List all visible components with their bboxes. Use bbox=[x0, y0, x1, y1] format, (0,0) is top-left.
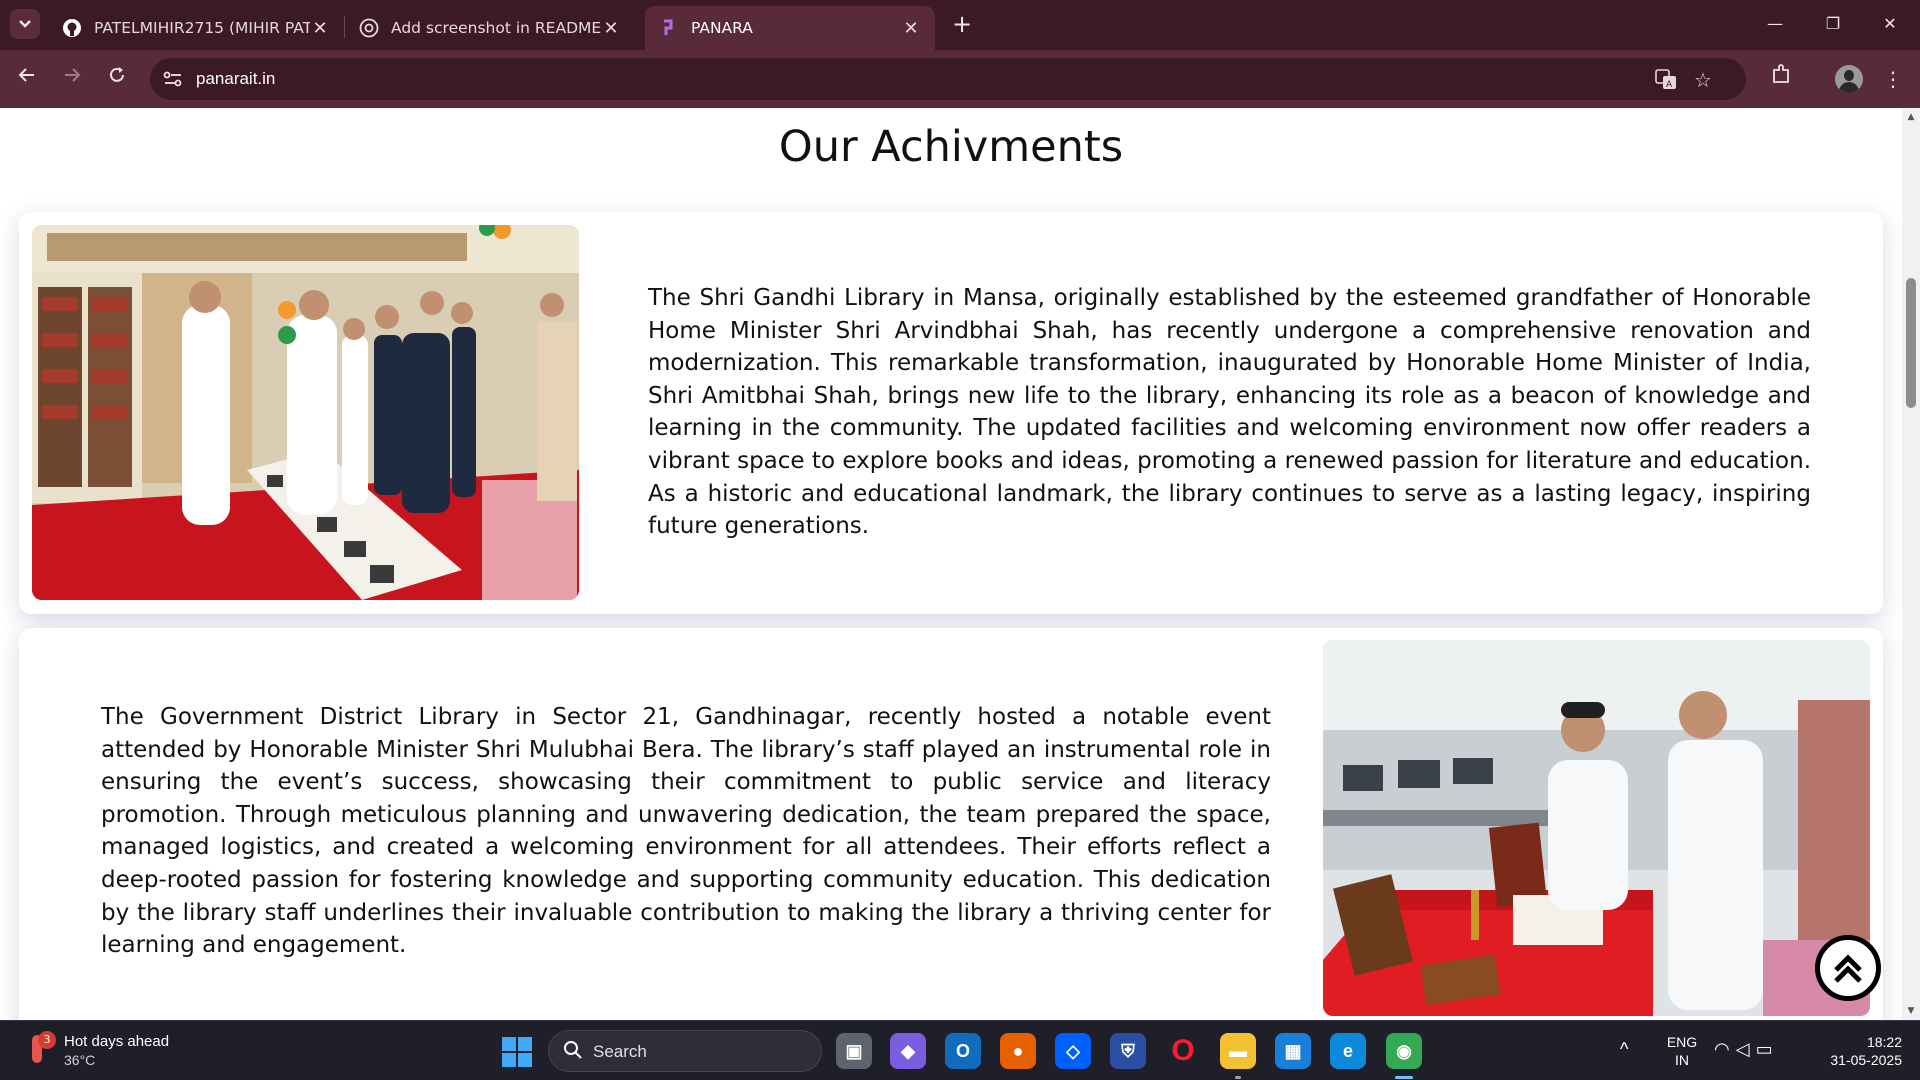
tab-search-button[interactable] bbox=[10, 9, 40, 39]
achievement-card: The Shri Gandhi Library in Mansa, origin… bbox=[19, 212, 1883, 614]
menu-kebab-icon[interactable]: ⋮ bbox=[1878, 64, 1908, 94]
copilot-icon[interactable]: ◆ bbox=[890, 1033, 926, 1069]
weather-widget[interactable]: 3 Hot days ahead 36°C bbox=[26, 1031, 196, 1071]
svg-text:A: A bbox=[1666, 80, 1673, 90]
vpn-shield-icon[interactable]: ⛨ bbox=[1110, 1033, 1146, 1069]
file-explorer-icon[interactable]: ▬ bbox=[1220, 1033, 1256, 1069]
library-event-photo bbox=[1323, 640, 1870, 1016]
chatgpt-icon bbox=[359, 18, 379, 38]
dropbox-icon[interactable]: ◇ bbox=[1055, 1033, 1091, 1069]
edge-icon[interactable]: e bbox=[1330, 1033, 1366, 1069]
translate-icon[interactable]: A bbox=[1654, 68, 1678, 92]
extensions-icon[interactable] bbox=[1766, 64, 1796, 94]
url-text: panarait.in bbox=[196, 69, 276, 88]
tab-github[interactable]: PATELMIHIR2715 (MIHIR PATEL) ✕ bbox=[48, 6, 344, 50]
forward-button[interactable] bbox=[57, 64, 87, 94]
page-viewport: Our Achivments The Shri Gandhi Library i… bbox=[0, 108, 1902, 1020]
windows-logo-pane bbox=[502, 1037, 516, 1051]
close-tab-icon[interactable]: ✕ bbox=[601, 18, 621, 39]
new-tab-button[interactable]: + bbox=[948, 10, 976, 38]
system-clock[interactable]: 18:22 31-05-2025 bbox=[1810, 1033, 1902, 1080]
windows-taskbar: 3 Hot days ahead 36°C Search ▣ ◆ O ● ◇ ⛨… bbox=[0, 1020, 1920, 1080]
page-scrollbar[interactable]: ▲ ▼ bbox=[1902, 108, 1920, 1020]
clock-time: 18:22 bbox=[1866, 1034, 1902, 1050]
github-icon bbox=[63, 19, 81, 37]
scroll-to-top-button[interactable] bbox=[1815, 935, 1881, 1001]
wifi-icon[interactable]: ◠ bbox=[1714, 1039, 1736, 1059]
site-settings-icon[interactable] bbox=[162, 69, 184, 89]
search-label: Search bbox=[593, 1042, 647, 1061]
bookmark-star-icon[interactable]: ☆ bbox=[1691, 68, 1715, 92]
minimize-button[interactable]: — bbox=[1755, 8, 1795, 40]
close-tab-icon[interactable]: ✕ bbox=[901, 18, 921, 39]
achievement-description: The Government District Library in Secto… bbox=[101, 704, 1271, 959]
running-indicator bbox=[1235, 1076, 1241, 1079]
store-icon[interactable]: ▦ bbox=[1275, 1033, 1311, 1069]
system-tray-icons[interactable]: ◠◁▭ bbox=[1714, 1039, 1779, 1080]
active-app-indicator bbox=[1395, 1076, 1413, 1079]
clock-date: 31-05-2025 bbox=[1830, 1052, 1902, 1068]
windows-logo-pane bbox=[518, 1037, 532, 1051]
task-view-icon[interactable]: ▣ bbox=[836, 1033, 872, 1069]
tab-title: PANARA bbox=[691, 19, 753, 37]
battery-icon[interactable]: ▭ bbox=[1756, 1039, 1779, 1059]
close-tab-icon[interactable]: ✕ bbox=[310, 18, 330, 39]
tab-strip: PATELMIHIR2715 (MIHIR PATEL) ✕ Add scree… bbox=[0, 0, 1920, 50]
browser-toolbar: panarait.in A ☆ ⋮ bbox=[0, 50, 1920, 108]
windows-logo-pane bbox=[518, 1053, 532, 1067]
opera-icon[interactable]: O bbox=[1165, 1033, 1201, 1069]
double-chevron-up-icon bbox=[1834, 954, 1862, 983]
language-code: ENG bbox=[1666, 1034, 1698, 1050]
back-arrow-icon bbox=[18, 68, 34, 82]
close-window-button[interactable]: ✕ bbox=[1870, 8, 1910, 40]
tab-readme[interactable]: Add screenshot in README ✕ bbox=[345, 6, 635, 50]
library-inauguration-photo bbox=[32, 225, 579, 600]
weather-badge: 3 bbox=[38, 1031, 56, 1049]
forward-arrow-icon bbox=[65, 68, 81, 82]
reload-icon bbox=[110, 67, 124, 82]
page-title: Our Achivments bbox=[778, 122, 1124, 172]
firefox-icon[interactable]: ● bbox=[1000, 1033, 1036, 1069]
scrollbar-thumb[interactable] bbox=[1906, 278, 1916, 408]
address-bar[interactable]: panarait.in A ☆ bbox=[150, 58, 1746, 100]
reload-button[interactable] bbox=[102, 64, 132, 94]
achievement-card: The Government District Library in Secto… bbox=[19, 628, 1883, 1020]
chevron-down-icon bbox=[19, 20, 31, 28]
restore-button[interactable]: ❐ bbox=[1813, 8, 1853, 40]
start-button[interactable] bbox=[502, 1037, 532, 1067]
region-code: IN bbox=[1675, 1052, 1689, 1068]
volume-icon[interactable]: ◁ bbox=[1736, 1039, 1756, 1059]
windows-logo-pane bbox=[502, 1053, 516, 1067]
show-hidden-icons-chevron-icon[interactable]: ^ bbox=[1620, 1039, 1628, 1080]
search-icon bbox=[563, 1040, 585, 1062]
profile-avatar[interactable] bbox=[1835, 65, 1863, 93]
back-button[interactable] bbox=[12, 64, 42, 94]
outlook-icon[interactable]: O bbox=[945, 1033, 981, 1069]
chrome-icon[interactable]: ◉ bbox=[1386, 1033, 1422, 1069]
tab-title: PATELMIHIR2715 (MIHIR PATEL) bbox=[94, 19, 310, 37]
tab-title: Add screenshot in README bbox=[391, 19, 601, 37]
weather-temperature: 36°C bbox=[64, 1052, 96, 1068]
scroll-up-arrow-icon[interactable]: ▲ bbox=[1906, 112, 1916, 122]
language-indicator[interactable]: ENG IN bbox=[1664, 1033, 1700, 1080]
scroll-down-arrow-icon[interactable]: ▼ bbox=[1906, 1006, 1916, 1016]
weather-title: Hot days ahead bbox=[64, 1033, 170, 1050]
achievement-description: The Shri Gandhi Library in Mansa, origin… bbox=[648, 285, 1811, 540]
panara-icon bbox=[664, 19, 673, 35]
taskbar-search[interactable]: Search bbox=[548, 1030, 822, 1072]
tab-panara[interactable]: PANARA ✕ bbox=[645, 6, 935, 50]
